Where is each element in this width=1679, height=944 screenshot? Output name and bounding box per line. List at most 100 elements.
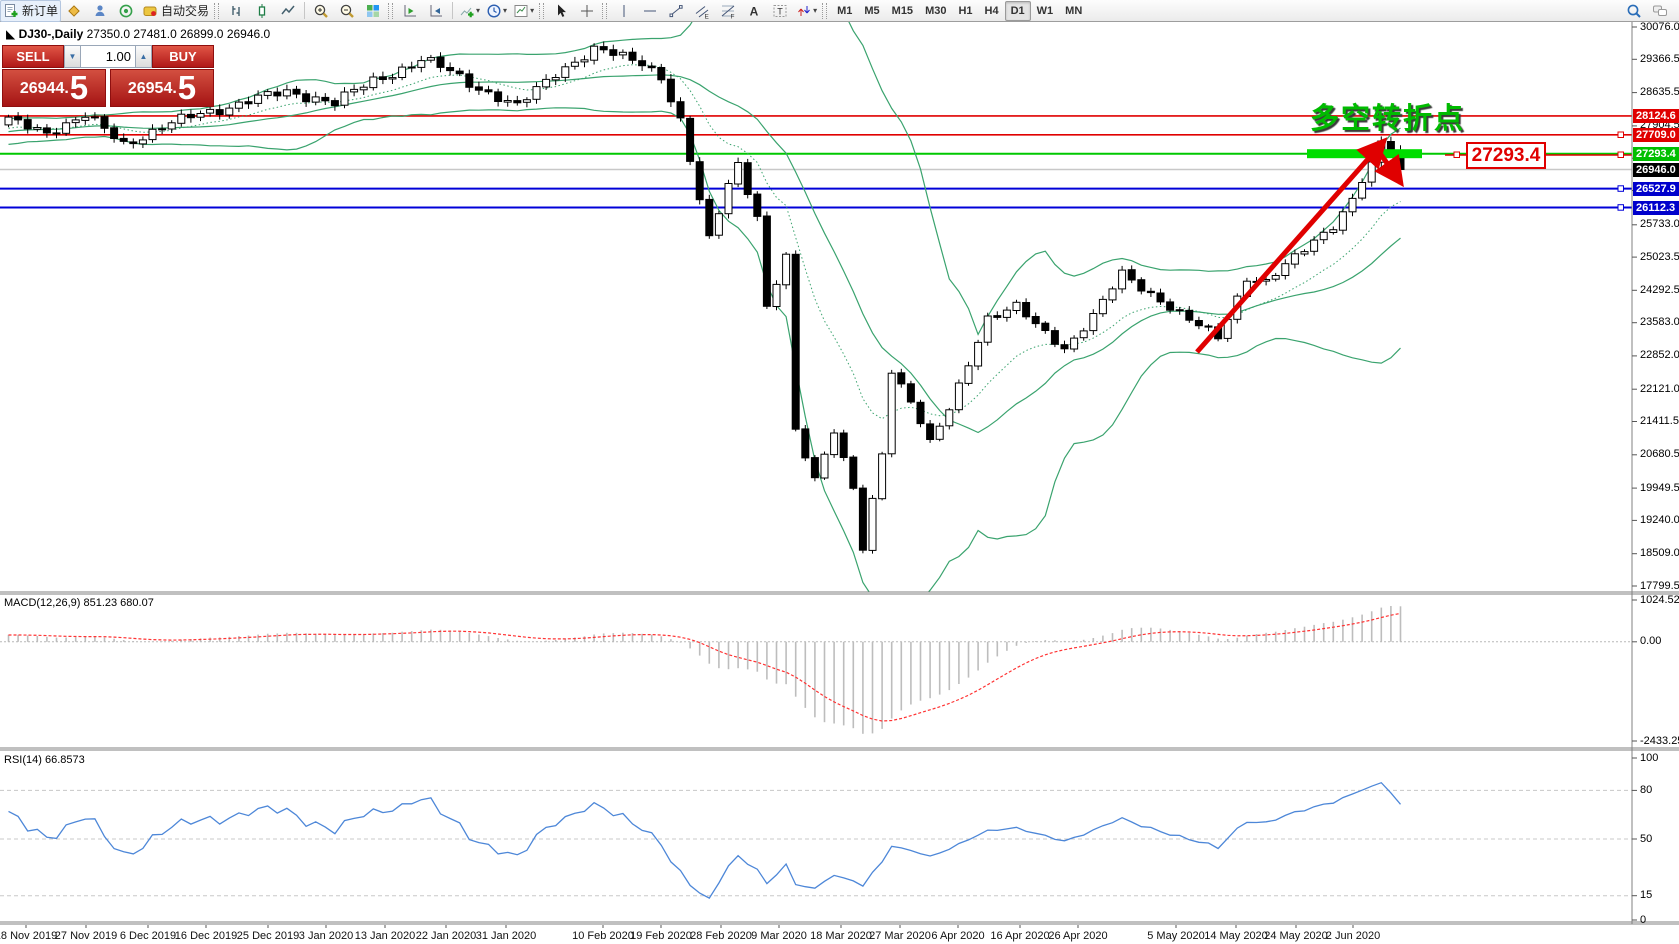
person-icon	[95, 4, 105, 16]
ema-line	[8, 64, 1401, 420]
addind-icon	[460, 7, 474, 17]
timeframe-m5[interactable]: M5	[858, 1, 885, 21]
line-handle	[1617, 204, 1624, 211]
chart-pointer-icon: ◣	[6, 27, 16, 41]
template-icon	[514, 4, 528, 17]
volume-input[interactable]	[81, 45, 135, 68]
textA-icon: A	[750, 4, 759, 18]
arrows-dropdown-icon[interactable]: ▾	[813, 6, 817, 15]
bollinger-upper	[8, 22, 1401, 336]
sell-price-pip: 5	[69, 69, 89, 106]
vertical-line-button[interactable]	[611, 0, 637, 22]
macd-pane[interactable]	[0, 606, 1632, 734]
fibonacci-button[interactable]: F	[715, 0, 741, 22]
new-order-button[interactable]: 新订单	[0, 0, 62, 22]
crosshair-button[interactable]	[574, 0, 600, 22]
indicators-button[interactable]: ▾	[456, 0, 483, 22]
zoom-out-button[interactable]	[334, 0, 360, 22]
line-handle	[1617, 131, 1624, 138]
autoscroll-icon	[404, 4, 417, 16]
timeframe-m30[interactable]: M30	[919, 1, 952, 21]
timeframe-h1[interactable]: H1	[952, 1, 978, 21]
volume-decrease-button[interactable]: ▼	[64, 45, 81, 68]
chart-title: ◣ DJ30-,Daily 27350.0 27481.0 26899.0 26…	[6, 27, 270, 41]
equidistant-channel-button[interactable]: E	[689, 0, 715, 22]
bollinger-lower	[8, 107, 1401, 592]
bars-icon	[232, 5, 240, 16]
diamond-icon	[68, 4, 80, 17]
price-callout-box: 27293.4	[1466, 142, 1546, 169]
turning-point-annotation: 多空转折点	[1310, 103, 1466, 135]
arrows-button[interactable]: ▾	[793, 0, 820, 22]
text-button[interactable]: A	[741, 0, 767, 22]
macd-signal-line	[8, 612, 1401, 722]
buy-price-main: 26954.	[127, 80, 177, 97]
zoomin-icon	[314, 4, 328, 18]
chat-icon	[1653, 5, 1667, 16]
price-chart[interactable]	[0, 0, 1679, 944]
line-chart-button[interactable]	[275, 0, 301, 22]
auto-scroll-button[interactable]	[397, 0, 423, 22]
pane-borders	[0, 22, 1679, 928]
search-button[interactable]	[1621, 0, 1647, 22]
templates-button[interactable]: ▾	[510, 0, 537, 22]
cursor-button[interactable]	[548, 0, 574, 22]
metaeditor-button[interactable]	[61, 0, 87, 22]
svg-text:E: E	[705, 13, 710, 19]
sell-button[interactable]: SELL	[2, 45, 64, 68]
periods-dropdown-icon[interactable]: ▾	[503, 6, 507, 15]
line-handle	[1617, 185, 1624, 192]
templates-dropdown-icon[interactable]: ▾	[530, 6, 534, 15]
main-pane[interactable]	[0, 0, 1632, 606]
text-label-button[interactable]: T	[767, 0, 793, 22]
clock-icon	[487, 3, 501, 18]
channel-icon: E	[695, 5, 710, 19]
horizontal-line-button[interactable]	[637, 0, 663, 22]
svg-text:T: T	[777, 6, 783, 16]
bollinger-middle	[8, 74, 1401, 434]
autotrading-label: 自动交易	[161, 4, 210, 18]
fibo-icon: F	[721, 5, 735, 19]
timeframe-mn[interactable]: MN	[1059, 1, 1088, 21]
new-order-label: 新订单	[22, 4, 59, 18]
hline-icon	[644, 10, 657, 11]
tline-icon	[669, 4, 683, 17]
candles	[4, 41, 1405, 554]
timeframe-w1[interactable]: W1	[1031, 1, 1060, 21]
cross-icon	[581, 4, 594, 17]
candlestick-chart-button[interactable]	[249, 0, 275, 22]
chart-shift-button[interactable]	[423, 0, 449, 22]
linec-icon	[281, 5, 295, 14]
bar-chart-button[interactable]	[223, 0, 249, 22]
signals-button[interactable]	[113, 0, 139, 22]
timeframe-m1[interactable]: M1	[831, 1, 858, 21]
rsi-pane[interactable]	[0, 781, 1632, 899]
periods-button[interactable]: ▾	[483, 0, 510, 22]
tile-windows-button[interactable]	[360, 0, 386, 22]
main-toolbar: 新订单 自动交易 ▾ ▾ ▾ E F A T ▾ M1 M5 M15 M30 H1 H4 D1 W1 MN	[0, 0, 1679, 22]
timeframe-d1[interactable]: D1	[1004, 0, 1031, 21]
neworder-icon	[5, 3, 18, 17]
indicators-dropdown-icon[interactable]: ▾	[476, 6, 480, 15]
timeframe-h4[interactable]: H4	[979, 1, 1005, 21]
shift-icon	[430, 4, 443, 16]
search-icon	[1627, 4, 1641, 18]
svg-text:A: A	[750, 4, 759, 18]
svg-text:F: F	[731, 13, 735, 19]
sell-price-main: 26944.	[19, 80, 69, 97]
ohlc-high: 27481.0	[133, 27, 177, 41]
volume-increase-button[interactable]: ▲	[135, 45, 152, 68]
robot-icon	[143, 6, 157, 16]
buy-price[interactable]: 26954. 5	[110, 69, 214, 107]
arrows-icon	[798, 5, 810, 16]
timeframe-m15[interactable]: M15	[886, 1, 919, 21]
autotrading-button[interactable]: 自动交易	[139, 0, 212, 22]
tiles-icon	[367, 4, 380, 17]
publish-profile-button[interactable]	[87, 0, 113, 22]
trendline-button[interactable]	[663, 0, 689, 22]
community-button[interactable]	[1647, 0, 1673, 22]
zoom-in-button[interactable]	[308, 0, 334, 22]
sell-price[interactable]: 26944. 5	[2, 69, 106, 107]
ohlc-open: 27350.0	[86, 27, 131, 41]
buy-button[interactable]: BUY	[152, 45, 214, 68]
